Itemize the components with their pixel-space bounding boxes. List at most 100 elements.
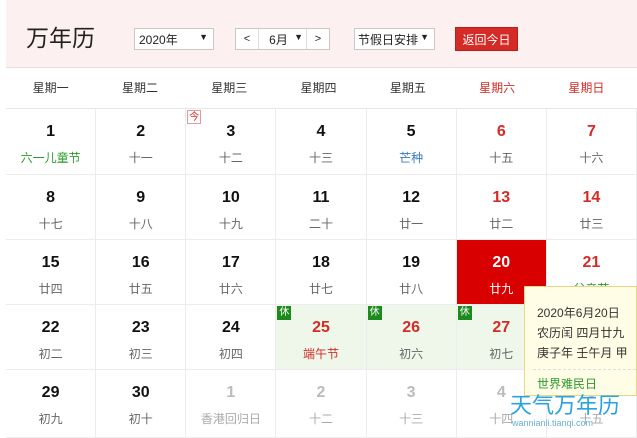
chevron-down-icon: ▼: [294, 32, 303, 42]
holiday-select-value: 节假日安排: [358, 32, 419, 47]
day-cell[interactable]: 14 廿三: [546, 175, 637, 240]
weekday-label: 星期六: [479, 81, 516, 95]
tooltip-date: 2020年6月20日: [537, 306, 620, 320]
day-lunar-label: 廿三: [579, 217, 604, 231]
day-number: 29: [41, 384, 60, 401]
day-cell[interactable]: 26 初六 休: [366, 305, 457, 370]
day-number: 7: [586, 123, 596, 140]
tooltip-festival: 世界难民日: [537, 377, 598, 391]
day-lunar-label: 廿一: [399, 217, 424, 231]
day-lunar-label: 芒种: [399, 151, 424, 165]
day-cell[interactable]: 16 廿五: [96, 240, 187, 305]
day-lunar-label: 初十: [128, 412, 153, 426]
day-number: 17: [221, 254, 240, 271]
weekday-label: 星期一: [32, 81, 69, 95]
weekday-label: 星期四: [300, 81, 337, 95]
day-cell[interactable]: 4 十三: [276, 109, 367, 175]
day-cell[interactable]: 25 端午节 休: [276, 305, 367, 370]
day-cell[interactable]: 19 廿八: [366, 240, 457, 305]
day-lunar-label: 初四: [218, 347, 243, 361]
day-lunar-label: 初三: [128, 347, 153, 361]
prev-month-button[interactable]: <: [236, 29, 258, 49]
day-lunar-label: 初六: [399, 347, 424, 361]
day-cell[interactable]: 23 初三: [96, 305, 187, 370]
next-month-button[interactable]: >: [307, 29, 329, 49]
day-lunar-label: 十八: [128, 217, 153, 231]
weekday-label: 星期二: [121, 81, 158, 95]
day-cell[interactable]: 3 十三: [366, 370, 457, 438]
day-cell[interactable]: 18 廿七: [276, 240, 367, 305]
date-tooltip: 2020年6月20日 农历闰 四月廿九 庚子年 壬午月 甲 世界难民日: [524, 286, 637, 396]
day-cell[interactable]: 10 十九: [186, 175, 277, 240]
day-lunar-label: 廿七: [308, 282, 333, 296]
month-control: < 6月 ▼ >: [235, 28, 330, 50]
day-lunar-label: 十三: [399, 412, 424, 426]
day-lunar-label: 十四: [489, 412, 514, 426]
day-lunar-label: 廿六: [218, 282, 243, 296]
day-cell[interactable]: 24 初四: [186, 305, 277, 370]
day-number: 11: [312, 189, 330, 206]
day-cell[interactable]: 13 廿二: [456, 175, 547, 240]
day-cell[interactable]: 12 廿一: [366, 175, 457, 240]
day-cell[interactable]: 1 六一儿童节: [6, 109, 97, 175]
holiday-rest-badge: 休: [277, 306, 292, 320]
day-lunar-label: 十一: [128, 151, 153, 165]
day-cell[interactable]: 17 廿六: [186, 240, 277, 305]
day-cell[interactable]: 8 十七: [6, 175, 97, 240]
day-cell[interactable]: 30 初十: [96, 370, 187, 438]
day-cell[interactable]: 6 十五: [456, 109, 547, 175]
day-cell[interactable]: 9 十八: [96, 175, 187, 240]
day-cell[interactable]: 2 十二: [276, 370, 367, 438]
month-select[interactable]: 6月 ▼: [258, 29, 307, 49]
day-cell[interactable]: 11 二十: [276, 175, 367, 240]
year-select[interactable]: 2020年 ▼: [134, 28, 214, 50]
back-to-today-button[interactable]: 返回今日: [455, 27, 518, 51]
day-lunar-label: 十七: [38, 217, 63, 231]
day-lunar-label: 十五: [489, 151, 514, 165]
day-number: 23: [131, 319, 150, 336]
day-number: 19: [402, 254, 421, 271]
day-cell[interactable]: 1 香港回归日: [186, 370, 277, 438]
day-number: 22: [41, 319, 60, 336]
tooltip-divider: [533, 369, 636, 370]
weekday-label: 星期日: [568, 81, 605, 95]
day-cell[interactable]: 2 十一: [96, 109, 187, 175]
day-cell[interactable]: 15 廿四: [6, 240, 97, 305]
day-cell[interactable]: 3 十二 今: [186, 109, 277, 175]
month-value: 6月: [269, 32, 288, 47]
day-number: 20: [492, 254, 511, 271]
chevron-down-icon: ▼: [420, 32, 429, 42]
day-cell[interactable]: 22 初二: [6, 305, 97, 370]
day-lunar-label: 十二: [218, 151, 243, 165]
day-lunar-label: 廿四: [38, 282, 63, 296]
day-lunar-label: 十六: [579, 151, 604, 165]
day-lunar-label: 香港回归日: [200, 412, 261, 426]
day-lunar-label: 二十: [308, 217, 333, 231]
weekday-label: 星期五: [389, 81, 426, 95]
day-lunar-label: 六一儿童节: [20, 151, 81, 165]
today-badge: 今: [187, 110, 202, 124]
day-lunar-label: 端午节: [302, 347, 339, 361]
day-number: 26: [402, 319, 421, 336]
day-cell[interactable]: 29 初九: [6, 370, 97, 438]
day-number: 10: [221, 189, 240, 206]
day-cell[interactable]: 5 芒种: [366, 109, 457, 175]
day-number: 1: [46, 123, 56, 140]
day-lunar-label: 十三: [308, 151, 333, 165]
holiday-select[interactable]: 节假日安排 ▼: [354, 28, 435, 50]
day-number: 5: [406, 123, 416, 140]
weekday-header: 星期一 星期二 星期三 星期四 星期五 星期六 星期日: [6, 68, 637, 109]
day-lunar-label: 廿八: [399, 282, 424, 296]
day-lunar-label: 初九: [38, 412, 63, 426]
page-title: 万年历: [26, 26, 95, 52]
day-lunar-label: 十九: [218, 217, 243, 231]
day-number: 4: [316, 123, 326, 140]
day-number: 1: [226, 384, 236, 401]
day-lunar-label: 十二: [308, 412, 333, 426]
day-cell[interactable]: 7 十六: [546, 109, 637, 175]
day-number: 3: [226, 123, 236, 140]
day-number: 12: [402, 189, 421, 206]
weekday-label: 星期三: [211, 81, 248, 95]
tooltip-ganzhi: 庚子年 壬午月 甲: [537, 346, 628, 360]
day-number: 21: [582, 254, 601, 271]
